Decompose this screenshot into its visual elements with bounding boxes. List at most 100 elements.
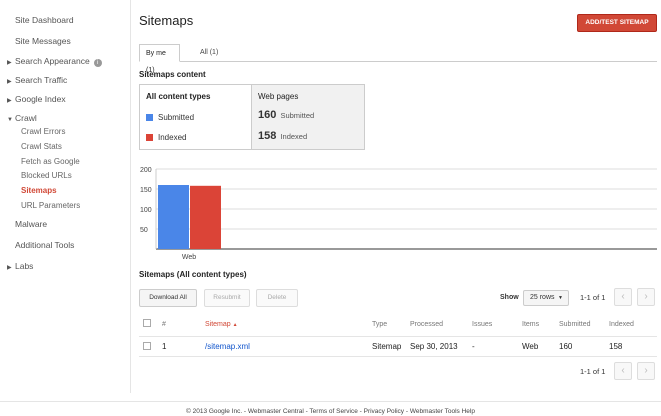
pagination-text-bottom: 1-1 of 1 (580, 367, 606, 376)
sidebar-item-url-parameters[interactable]: URL Parameters (21, 199, 80, 213)
header-divider (139, 336, 657, 337)
sidebar-item-crawl-errors[interactable]: Crawl Errors (21, 125, 65, 139)
y-tick-label: 150 (140, 187, 152, 194)
tab-bar: By me (1) All (1) (139, 44, 657, 74)
pagination-text: 1-1 of 1 (580, 293, 606, 302)
col-items-header[interactable]: Items (522, 321, 539, 328)
legend-submitted: Submitted (146, 113, 194, 122)
footer: © 2013 Google Inc. - Webmaster Central -… (186, 408, 475, 415)
info-icon[interactable]: i (93, 59, 102, 67)
prev-page-button-bottom[interactable]: ‹ (614, 362, 632, 380)
sidebar-item-labs[interactable]: ▶ Labs (7, 259, 33, 273)
chevron-left-icon: ‹ (621, 291, 625, 302)
col-type-header[interactable]: Type (372, 321, 387, 328)
row-items: Web (522, 342, 539, 351)
tab-by-me[interactable]: By me (1) (139, 44, 180, 74)
col-sitemap-label: Sitemap (205, 321, 231, 328)
sidebar-item-blocked-urls[interactable]: Blocked URLs (21, 169, 72, 183)
main-content: Sitemaps ADD/TEST SITEMAP By me (1) All … (131, 0, 661, 393)
col-indexed-header[interactable]: Indexed (609, 321, 634, 328)
chevron-right-icon: › (644, 291, 648, 302)
sidebar-item-fetch-as-google[interactable]: Fetch as Google (21, 155, 80, 169)
sidebar-item-site-messages[interactable]: Site Messages (15, 34, 71, 48)
page-title: Sitemaps (139, 13, 194, 28)
col-issues-header[interactable]: Issues (472, 321, 492, 328)
web-pages-label: Web pages (258, 92, 299, 101)
col-number-header: # (162, 321, 166, 328)
sidebar-item-label: Additional Tools (15, 240, 75, 250)
sidebar-item-label: Blocked URLs (21, 171, 72, 180)
web-submitted-stat: 160 Submitted (258, 109, 314, 121)
chevron-right-icon: › (644, 365, 648, 376)
sidebar-item-label: Malware (15, 219, 48, 229)
chevron-down-icon: ▼ (7, 117, 13, 123)
legend-indexed: Indexed (146, 133, 186, 142)
content-type-panel: All content types Submitted Indexed Web … (139, 84, 365, 150)
delete-button[interactable]: Delete (256, 289, 298, 307)
row-submitted: 160 (559, 342, 573, 351)
caret-down-icon: ▼ (558, 295, 563, 301)
row-divider (139, 356, 657, 357)
prev-page-button[interactable]: ‹ (614, 288, 632, 306)
row-number: 1 (162, 342, 167, 351)
sitemaps-table-title: Sitemaps (All content types) (139, 270, 247, 279)
sidebar-item-label: Google Index (15, 94, 66, 104)
web-indexed-stat: 158 Indexed (258, 130, 307, 142)
submitted-count: 160 (258, 109, 277, 121)
sidebar-item-crawl[interactable]: ▼ Crawl (7, 111, 37, 125)
sidebar: Site Dashboard Site Messages ▶ Search App… (0, 0, 131, 393)
bar-indexed[interactable] (190, 185, 221, 249)
resubmit-button[interactable]: Resubmit (204, 289, 250, 307)
legend-submitted-label: Submitted (158, 113, 195, 122)
sidebar-item-label: Site Dashboard (15, 15, 74, 25)
sidebar-item-additional-tools[interactable]: Additional Tools (15, 238, 74, 252)
sitemap-link[interactable]: /sitemap.xml (205, 342, 250, 351)
sidebar-item-label: URL Parameters (21, 201, 81, 210)
col-sitemap-header[interactable]: Sitemap ▲ (205, 321, 238, 328)
download-all-button[interactable]: Download All (139, 289, 197, 307)
bar-submitted[interactable] (158, 185, 189, 249)
chevron-right-icon: ▶ (7, 79, 12, 85)
next-page-button-bottom[interactable]: › (637, 362, 655, 380)
row-processed: Sep 30, 2013 (410, 342, 458, 351)
sidebar-item-sitemaps[interactable]: Sitemaps (21, 184, 57, 198)
sidebar-item-label: Search Appearance (15, 56, 90, 66)
footer-divider (0, 401, 661, 402)
col-submitted-header[interactable]: Submitted (559, 321, 591, 328)
rows-per-page-select[interactable]: 25 rows ▼ (523, 290, 569, 306)
y-tick-label: 50 (140, 227, 148, 234)
sidebar-item-label: Crawl Stats (21, 142, 62, 151)
col-processed-header[interactable]: Processed (410, 321, 443, 328)
sitemaps-content-title: Sitemaps content (139, 70, 206, 79)
y-tick-label: 100 (140, 207, 152, 214)
y-tick-label: 200 (140, 167, 152, 174)
sidebar-item-label: Search Traffic (15, 75, 68, 85)
row-checkbox[interactable] (143, 342, 151, 350)
sidebar-item-label: Site Messages (15, 36, 71, 46)
sidebar-item-label: Crawl Errors (21, 127, 66, 136)
chevron-right-icon: ▶ (7, 265, 12, 271)
sidebar-item-crawl-stats[interactable]: Crawl Stats (21, 140, 62, 154)
sidebar-item-search-traffic[interactable]: ▶ Search Traffic (7, 73, 67, 87)
select-all-checkbox[interactable] (143, 319, 151, 327)
rows-per-page-value: 25 rows (530, 294, 555, 301)
sidebar-item-label: Sitemaps (21, 186, 57, 195)
sidebar-item-site-dashboard[interactable]: Site Dashboard (15, 13, 74, 27)
content-types-selector[interactable]: All content types Submitted Indexed (140, 85, 252, 149)
sidebar-item-google-index[interactable]: ▶ Google Index (7, 92, 66, 106)
chevron-left-icon: ‹ (621, 365, 625, 376)
next-page-button[interactable]: › (637, 288, 655, 306)
sidebar-item-search-appearance[interactable]: ▶ Search Appearance i (7, 54, 102, 68)
legend-indexed-label: Indexed (158, 133, 187, 142)
add-test-sitemap-button[interactable]: ADD/TEST SITEMAP (577, 14, 657, 32)
indexed-count: 158 (258, 130, 277, 142)
row-type: Sitemap (372, 342, 402, 351)
web-pages-selector[interactable]: Web pages 160 Submitted 158 Indexed (252, 85, 364, 149)
chevron-right-icon: ▶ (7, 60, 12, 66)
tab-all[interactable]: All (1) (194, 44, 224, 62)
submitted-count-label: Submitted (280, 111, 315, 120)
sidebar-item-malware[interactable]: Malware (15, 217, 47, 231)
all-content-types-label: All content types (146, 92, 211, 101)
row-issues: - (472, 342, 475, 351)
row-indexed: 158 (609, 342, 623, 351)
